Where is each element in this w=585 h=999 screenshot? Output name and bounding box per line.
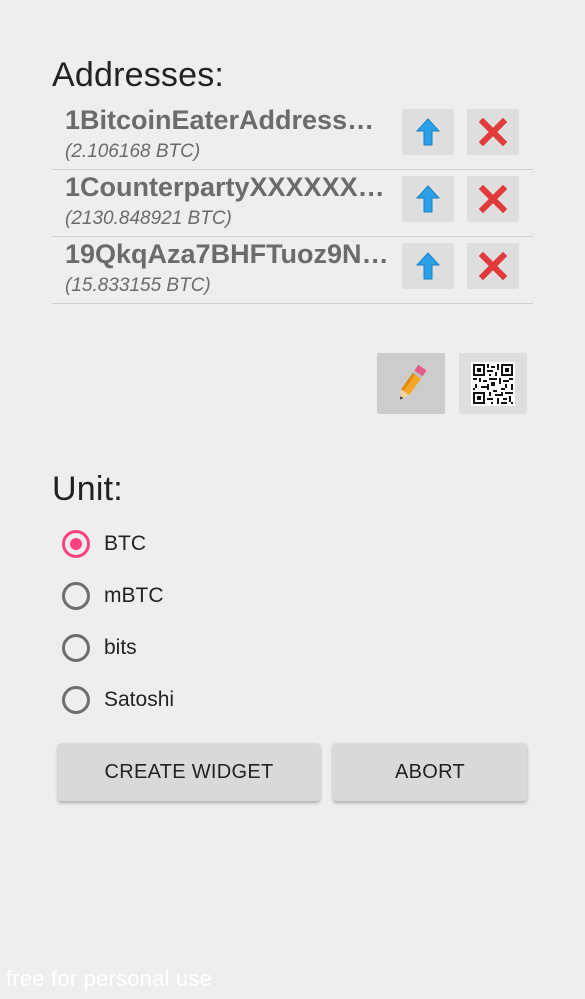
create-widget-button[interactable]: CREATE WIDGET [58, 743, 320, 801]
unit-option-label: BTC [104, 532, 146, 555]
addresses-title: Addresses: [52, 56, 225, 94]
delete-button[interactable] [467, 243, 519, 289]
unit-option-mbtc[interactable]: mBTC [60, 570, 174, 622]
delete-x-icon [479, 118, 507, 146]
address-list: 1BitcoinEaterAddressDontSendf59kuE (2.10… [52, 103, 533, 304]
unit-option-label: mBTC [104, 584, 164, 607]
arrow-up-icon [416, 252, 440, 280]
qr-code-icon [471, 361, 515, 406]
address-balance: (15.833155 BTC) [65, 275, 211, 296]
abort-button[interactable]: ABORT [333, 743, 527, 801]
address-text: 1CounterpartyXXXXXXXXXXXXXXXUWLpVr [65, 172, 390, 202]
delete-button[interactable] [467, 176, 519, 222]
scan-qr-button[interactable] [459, 353, 527, 414]
address-text: 1BitcoinEaterAddressDontSendf59kuE [65, 105, 390, 135]
unit-option-label: Satoshi [104, 688, 175, 711]
radio-button[interactable] [62, 686, 90, 714]
unit-title: Unit: [52, 470, 123, 508]
address-balance: (2130.848921 BTC) [65, 208, 232, 229]
address-row: 1BitcoinEaterAddressDontSendf59kuE (2.10… [52, 103, 533, 170]
unit-radio-group: BTC mBTC bits Satoshi [60, 518, 174, 726]
unit-option-btc[interactable]: BTC [60, 518, 174, 570]
move-up-button[interactable] [402, 109, 454, 155]
move-up-button[interactable] [402, 243, 454, 289]
address-row: 19QkqAza7BHFTuoz9N8UQkryP4E9jHo4N3 (15.8… [52, 237, 533, 304]
address-text: 19QkqAza7BHFTuoz9N8UQkryP4E9jHo4N3 [65, 239, 390, 269]
radio-button-checked[interactable] [62, 530, 90, 558]
delete-x-icon [479, 185, 507, 213]
move-up-button[interactable] [402, 176, 454, 222]
watermark-text: free for personal use [6, 966, 212, 991]
edit-address-button[interactable] [377, 353, 445, 414]
pencil-icon [400, 364, 427, 400]
radio-button[interactable] [62, 582, 90, 610]
delete-button[interactable] [467, 109, 519, 155]
delete-x-icon [479, 252, 507, 280]
arrow-up-icon [416, 185, 440, 213]
arrow-up-icon [416, 118, 440, 146]
unit-option-bits[interactable]: bits [60, 622, 174, 674]
address-row: 1CounterpartyXXXXXXXXXXXXXXXUWLpVr (2130… [52, 170, 533, 237]
address-balance: (2.106168 BTC) [65, 141, 201, 162]
unit-option-label: bits [104, 636, 137, 659]
radio-button[interactable] [62, 634, 90, 662]
unit-option-satoshi[interactable]: Satoshi [60, 674, 174, 726]
